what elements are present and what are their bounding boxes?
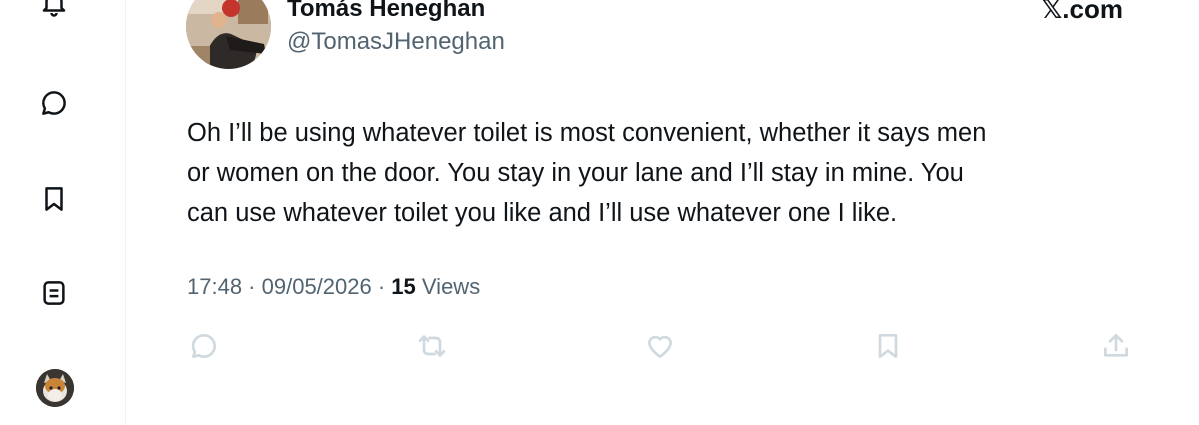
lists-icon[interactable]: [35, 274, 73, 312]
author-avatar[interactable]: [186, 0, 271, 69]
reply-button[interactable]: [184, 326, 224, 366]
author-name[interactable]: Tomás Heneghan: [287, 0, 485, 24]
bookmark-button[interactable]: [868, 326, 908, 366]
bookmark-icon: [878, 334, 898, 358]
retweet-icon: [418, 335, 446, 357]
like-icon: [648, 335, 672, 358]
views-label[interactable]: Views: [422, 274, 480, 299]
notifications-bell-icon[interactable]: [35, 0, 73, 22]
tweet-text-line: can use whatever toilet you like and I’l…: [187, 199, 898, 227]
tweet-time[interactable]: 17:48: [187, 274, 242, 299]
meta-separator: ·: [371, 274, 392, 299]
bookmarks-icon[interactable]: [35, 180, 73, 218]
profile-avatar[interactable]: [36, 369, 74, 407]
sidebar: [0, 0, 126, 425]
views-count[interactable]: 15: [391, 274, 415, 299]
x-brand-watermark: 𝕏.com: [1041, 0, 1123, 24]
reply-icon: [191, 333, 216, 358]
tweet-date[interactable]: 09/05/2026: [262, 274, 372, 299]
share-icon: [1104, 334, 1128, 357]
tweet-text: Oh I’ll be using whatever toilet is most…: [187, 113, 1147, 233]
meta-separator: ·: [242, 274, 262, 299]
retweet-button[interactable]: [412, 326, 452, 366]
tweet-metadata: 17:48 · 09/05/2026 · 15 Views: [187, 272, 480, 302]
messages-icon[interactable]: [35, 84, 73, 122]
tweet-text-line: Oh I’ll be using whatever toilet is most…: [187, 119, 987, 147]
author-handle[interactable]: @TomasJHeneghan: [287, 27, 505, 57]
like-button[interactable]: [640, 326, 680, 366]
tweet-text-line: or women on the door. You stay in your l…: [187, 159, 964, 187]
share-button[interactable]: [1096, 326, 1136, 366]
